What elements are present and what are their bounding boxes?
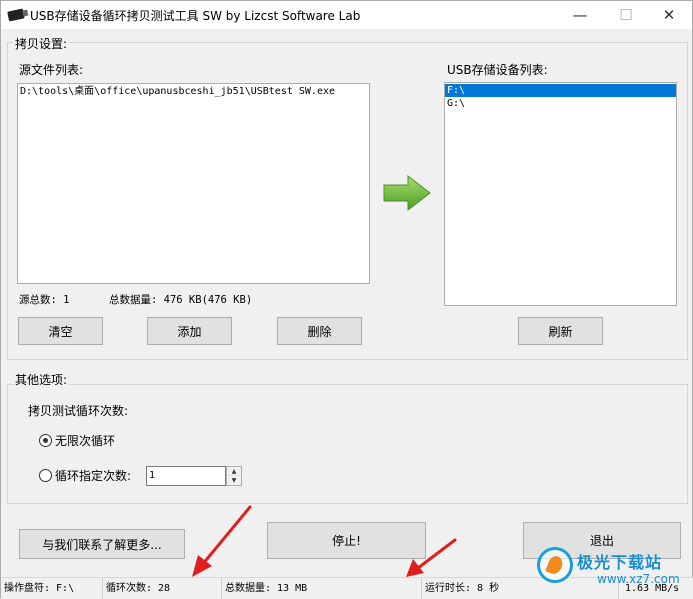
stepper-down-icon[interactable]: ▼	[227, 476, 241, 485]
watermark-url: www.xz7.com	[597, 572, 680, 586]
usb-device-list[interactable]: F:\ G:\	[444, 82, 677, 306]
status-drive: 操作盘符: F:\	[1, 578, 103, 599]
refresh-button[interactable]: 刷新	[518, 317, 603, 345]
title-bar[interactable]: USB存储设备循环拷贝测试工具 SW by Lizcst Software La…	[1, 1, 692, 29]
status-loop-count: 循环次数: 28	[103, 578, 222, 599]
count-loop-radio[interactable]	[39, 469, 52, 482]
source-count: 源总数: 1	[19, 294, 70, 306]
infinite-loop-label[interactable]: 无限次循环	[55, 432, 115, 449]
copy-settings-title: 拷贝设置:	[13, 35, 70, 52]
stop-button[interactable]: 停止!	[267, 522, 426, 559]
add-button[interactable]: 添加	[147, 317, 232, 345]
loop-count-input[interactable]: 1	[146, 466, 226, 486]
source-total-data: 总数据量: 476 KB(476 KB)	[109, 294, 253, 306]
loop-count-label: 拷贝测试循环次数:	[28, 404, 129, 418]
usb-device-item[interactable]: F:\	[445, 84, 676, 97]
minimize-button[interactable]: —	[557, 1, 603, 29]
stepper-up-icon[interactable]: ▲	[227, 467, 241, 476]
infinite-loop-radio[interactable]	[39, 434, 52, 447]
source-file-list[interactable]: D:\tools\桌面\office\upanusbceshi_jb51\USB…	[17, 83, 370, 284]
delete-button[interactable]: 删除	[277, 317, 362, 345]
usb-app-icon	[7, 8, 25, 22]
status-total-data: 总数据量: 13 MB	[222, 578, 422, 599]
watermark-logo-icon	[537, 547, 573, 583]
app-window: USB存储设备循环拷贝测试工具 SW by Lizcst Software La…	[0, 0, 693, 599]
loop-count-stepper[interactable]: ▲ ▼	[226, 466, 242, 486]
other-options-title: 其他选项:	[13, 371, 70, 388]
watermark-text: 极光下载站	[577, 553, 663, 572]
window-title: USB存储设备循环拷贝测试工具 SW by Lizcst Software La…	[30, 8, 361, 23]
source-file-item[interactable]: D:\tools\桌面\office\upanusbceshi_jb51\USB…	[18, 85, 369, 98]
clear-button[interactable]: 清空	[18, 317, 103, 345]
watermark-logo: 极光下载站 www.xz7.com	[537, 541, 689, 593]
count-loop-label[interactable]: 循环指定次数:	[55, 467, 131, 484]
maximize-button[interactable]: ☐	[603, 1, 649, 29]
source-list-label: 源文件列表:	[19, 63, 84, 77]
close-button[interactable]: ✕	[646, 1, 692, 29]
contact-us-button[interactable]: 与我们联系了解更多...	[19, 529, 185, 559]
usb-device-item[interactable]: G:\	[445, 97, 676, 110]
red-annotation-arrow-icon	[192, 505, 252, 577]
usb-device-list-label: USB存储设备列表:	[447, 63, 548, 77]
green-right-arrow-icon	[383, 174, 431, 212]
